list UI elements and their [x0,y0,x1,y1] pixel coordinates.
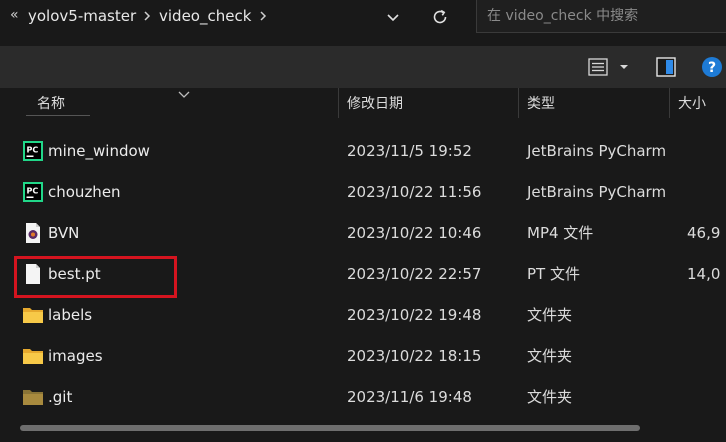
svg-text:PC: PC [27,146,39,155]
file-type: JetBrains PyCharm [527,142,667,160]
file-date: 2023/10/22 19:48 [347,306,482,324]
header-underline [26,115,90,116]
file-row[interactable]: PC mine_window 2023/11/5 19:52 JetBrains… [0,131,726,171]
chevron-down-icon [387,14,399,22]
column-divider[interactable] [338,88,339,118]
chevron-right-icon[interactable] [258,5,268,27]
refresh-button[interactable] [420,0,460,34]
file-name: labels [48,306,93,324]
help-icon: ? [702,57,722,77]
column-header-name[interactable]: 名称 [37,92,65,116]
file-date: 2023/10/22 11:56 [347,183,482,201]
file-date: 2023/10/22 22:57 [347,265,482,283]
file-type: MP4 文件 [527,224,594,242]
file-name: .git [48,388,73,406]
svg-text:?: ? [708,60,716,76]
folder-icon [22,345,44,367]
command-bar: ? [0,46,726,88]
file-date: 2023/11/5 19:52 [347,142,472,160]
pycharm-icon: PC [22,140,44,162]
file-type: 文件夹 [527,388,573,406]
column-header-size[interactable]: 大小 [678,92,706,116]
file-date: 2023/10/22 10:46 [347,224,482,242]
column-header-date[interactable]: 修改日期 [347,92,403,116]
chevron-right-icon[interactable] [142,5,152,27]
help-button[interactable]: ? [700,55,724,79]
file-size: 46,9 [687,224,721,242]
refresh-icon [433,9,447,24]
file-name: images [48,347,103,365]
column-headers: 名称 修改日期 类型 大小 [0,88,726,118]
file-date: 2023/11/6 19:48 [347,388,472,406]
file-name: chouzhen [48,183,121,201]
column-header-type[interactable]: 类型 [527,92,555,116]
overflow-crumbs-icon[interactable]: « [10,4,19,26]
search-input[interactable] [485,4,726,28]
pycharm-icon: PC [22,181,44,203]
scrollbar-thumb[interactable] [20,425,640,431]
preview-pane-icon [656,57,676,77]
sort-indicator-icon [176,86,192,98]
file-type: 文件夹 [527,347,573,365]
address-bar: « yolov5-master video_check [0,0,726,40]
breadcrumb-video-check[interactable]: video_check [159,5,251,27]
breadcrumb-yolov5-master[interactable]: yolov5-master [28,5,136,27]
view-options-button[interactable] [586,55,610,79]
file-name: mine_window [48,142,150,160]
file-row[interactable]: .git 2023/11/6 19:48 文件夹 [0,377,726,417]
file-row[interactable]: images 2023/10/22 18:15 文件夹 [0,336,726,376]
folder-icon [22,304,44,326]
folder-dim-icon [22,386,44,408]
preview-pane-button[interactable] [654,55,678,79]
file-name: BVN [48,224,80,242]
file-size: 14,0 [687,265,721,283]
svg-text:PC: PC [27,187,39,196]
file-type: 文件夹 [527,306,573,324]
column-divider[interactable] [669,88,670,118]
caret-down-icon [620,65,628,69]
file-type: PT 文件 [527,265,580,283]
history-dropdown-button[interactable] [373,0,413,34]
highlight-annotation [14,256,177,298]
view-options-dropdown[interactable] [616,58,632,76]
file-date: 2023/10/22 18:15 [347,347,482,365]
search-box [476,0,726,33]
file-row[interactable]: BVN 2023/10/22 10:46 MP4 文件 46,9 [0,213,726,253]
file-type: JetBrains PyCharm [527,183,667,201]
file-row[interactable]: PC chouzhen 2023/10/22 11:56 JetBrains P… [0,172,726,212]
list-view-icon [588,58,608,76]
column-divider[interactable] [518,88,519,118]
file-row[interactable]: labels 2023/10/22 19:48 文件夹 [0,295,726,335]
video-file-icon [22,222,44,244]
